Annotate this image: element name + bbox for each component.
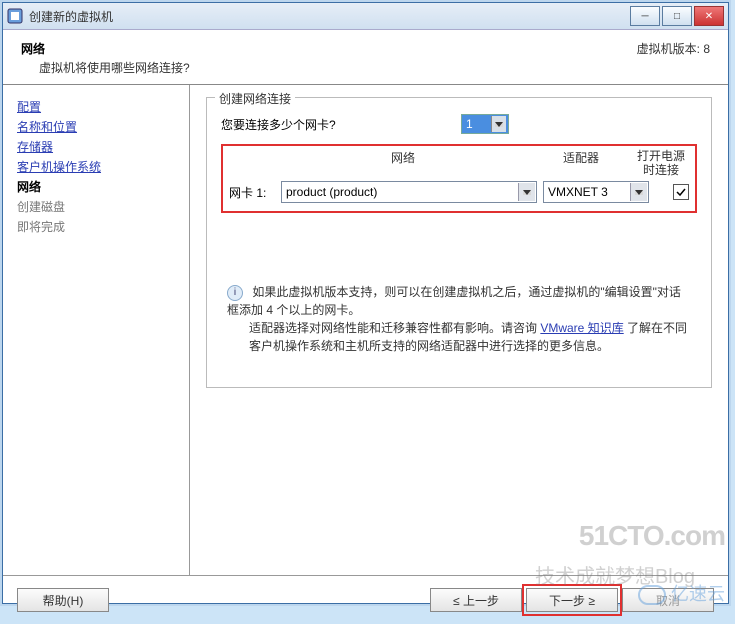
next-highlight: 下一步 ≥	[522, 584, 622, 616]
chevron-down-icon	[630, 183, 647, 201]
page-title: 网络	[21, 40, 637, 57]
maximize-button[interactable]: □	[662, 6, 692, 26]
page-subtitle: 虚拟机将使用哪些网络连接?	[39, 59, 637, 76]
nic-1-network-select[interactable]: product (product)	[281, 181, 537, 203]
sidebar-item-network: 网络	[17, 177, 175, 197]
window-title: 创建新的虚拟机	[29, 8, 630, 25]
wizard-header: 网络 虚拟机将使用哪些网络连接? 虚拟机版本: 8	[3, 30, 728, 78]
nic-1-adapter-value: VMXNET 3	[548, 185, 608, 199]
check-icon	[676, 187, 686, 197]
nic-count-select[interactable]: 1	[461, 114, 509, 134]
nic-config-highlight: 网络 适配器 打开电源时连接 网卡 1: product (product) V…	[221, 144, 697, 213]
sidebar-item-storage[interactable]: 存储器	[17, 137, 175, 157]
main-panel: 创建网络连接 您要连接多少个网卡? 1 网络 适配器 打开电源时连接	[190, 85, 728, 575]
wizard-steps-sidebar: 配置 名称和位置 存储器 客户机操作系统 网络 创建磁盘 即将完成	[3, 85, 190, 575]
kb-link[interactable]: VMware 知识库	[540, 321, 623, 335]
nic-1-label: 网卡 1:	[229, 184, 275, 201]
nic-1-network-value: product (product)	[286, 185, 377, 199]
nic-row-1: 网卡 1: product (product) VMXNET 3	[229, 181, 689, 203]
column-header-network: 网络	[277, 149, 529, 177]
vm-version-label: 虚拟机版本: 8	[637, 40, 710, 76]
sidebar-item-create-disk: 创建磁盘	[17, 197, 175, 217]
cancel-button[interactable]: 取消	[622, 588, 714, 612]
nic-1-adapter-select[interactable]: VMXNET 3	[543, 181, 649, 203]
nic-count-value: 1	[466, 117, 473, 131]
nic-count-label: 您要连接多少个网卡?	[221, 116, 461, 133]
sidebar-item-config[interactable]: 配置	[17, 97, 175, 117]
titlebar: 创建新的虚拟机 ─ □ ✕	[3, 3, 728, 30]
sidebar-item-guest-os[interactable]: 客户机操作系统	[17, 157, 175, 177]
wizard-window: 创建新的虚拟机 ─ □ ✕ 网络 虚拟机将使用哪些网络连接? 虚拟机版本: 8 …	[2, 2, 729, 604]
sidebar-item-ready-complete: 即将完成	[17, 217, 175, 237]
nic-1-connect-checkbox[interactable]	[673, 184, 689, 200]
info-text: i 如果此虚拟机版本支持，则可以在创建虚拟机之后，通过虚拟机的"编辑设置"对话框…	[221, 283, 697, 355]
chevron-down-icon	[491, 116, 506, 132]
info-icon: i	[227, 285, 243, 301]
chevron-down-icon	[518, 183, 535, 201]
info-text-2a: 适配器选择对网络性能和迁移兼容性都有影响。请咨询	[249, 321, 540, 335]
fieldset-legend: 创建网络连接	[215, 90, 295, 107]
app-icon	[7, 8, 23, 24]
column-header-connect-at-power: 打开电源时连接	[633, 149, 689, 177]
help-button[interactable]: 帮助(H)	[17, 588, 109, 612]
column-header-adapter: 适配器	[529, 149, 633, 177]
next-button[interactable]: 下一步 ≥	[526, 588, 618, 612]
minimize-button[interactable]: ─	[630, 6, 660, 26]
back-button[interactable]: ≤ 上一步	[430, 588, 522, 612]
network-fieldset: 创建网络连接 您要连接多少个网卡? 1 网络 适配器 打开电源时连接	[206, 97, 712, 388]
sidebar-item-name-location[interactable]: 名称和位置	[17, 117, 175, 137]
close-button[interactable]: ✕	[694, 6, 724, 26]
info-text-1: 如果此虚拟机版本支持，则可以在创建虚拟机之后，通过虚拟机的"编辑设置"对话框添加…	[227, 285, 681, 317]
